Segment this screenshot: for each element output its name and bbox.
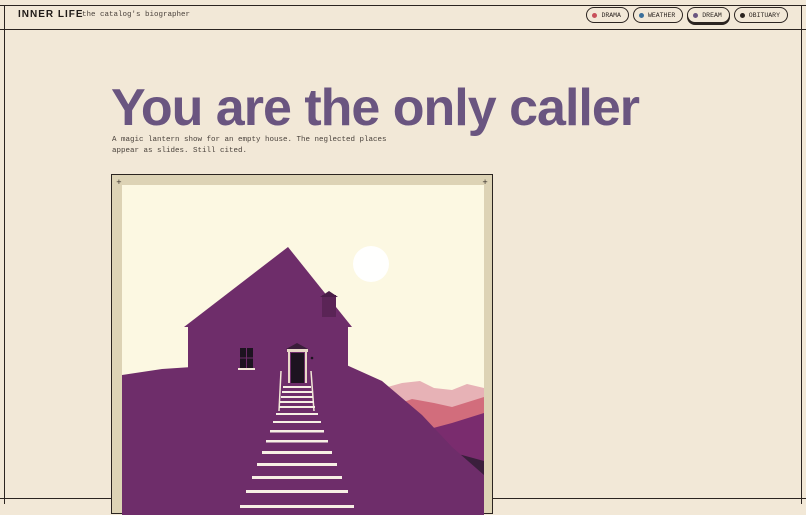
drama-dot-icon: [592, 12, 598, 18]
page-description: A magic lantern show for an empty house.…: [112, 136, 387, 155]
moon-icon: [353, 246, 389, 282]
filter-chip-drama[interactable]: DRAMA: [586, 7, 629, 23]
weather-dot-icon: [638, 12, 644, 18]
lantern-slide-card[interactable]: + +: [111, 174, 493, 515]
frame-left-rule: [4, 5, 5, 504]
brand-logo[interactable]: INNER LIFE: [18, 9, 84, 20]
frame-right-rule: [801, 5, 802, 504]
dream-dot-icon: [693, 12, 699, 18]
door: [291, 353, 304, 383]
filter-chip-weather[interactable]: WEATHER: [632, 7, 684, 23]
brand-tagline: the catalog's biographer: [82, 11, 191, 19]
page-title: You are the only caller: [111, 79, 640, 137]
obituary-dot-icon: [739, 12, 745, 18]
filter-chip-dream[interactable]: DREAM: [687, 7, 730, 23]
filter-chip-obituary[interactable]: OBITUARY: [733, 7, 788, 23]
filter-chip-label: WEATHER: [647, 11, 676, 19]
house-illustration: [122, 185, 484, 515]
corner-plus-icon: +: [116, 178, 122, 186]
filter-chip-label: OBITUARY: [748, 11, 780, 19]
mood-filter-group: DRAMA WEATHER DREAM OBITUARY: [586, 7, 788, 23]
house-body: [188, 327, 348, 395]
chimney: [322, 295, 336, 317]
filter-chip-label: DRAMA: [601, 11, 621, 19]
top-bar: INNER LIFE the catalog's biographer DRAM…: [0, 0, 806, 30]
filter-chip-label: DREAM: [702, 11, 722, 19]
